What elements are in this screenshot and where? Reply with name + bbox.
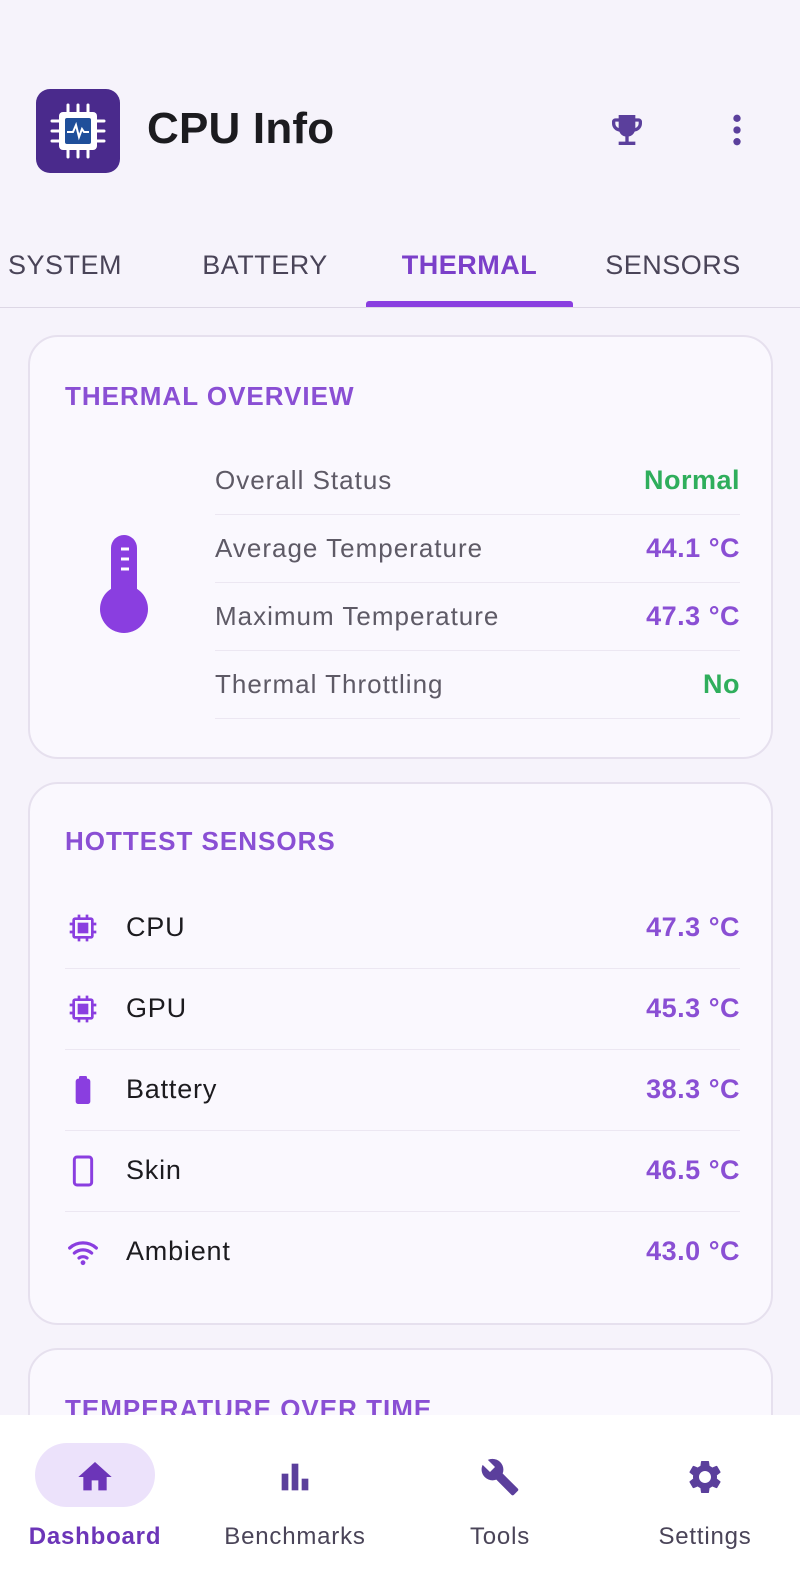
sensor-value: 46.5 °C [646,1155,740,1185]
tab-bar: SYSTEM BATTERY THERMAL SENSORS [0,222,800,308]
sensor-value: 43.0 °C [646,1236,740,1266]
tab-indicator [366,301,573,307]
home-icon [75,1457,115,1497]
tab-thermal[interactable]: THERMAL [366,222,573,308]
sensor-name: Ambient [126,1236,231,1266]
sensor-row-battery: Battery 38.3 °C [65,1050,740,1131]
phone-icon [65,1153,101,1189]
nav-tools[interactable]: Tools [405,1443,595,1563]
wifi-icon [65,1234,101,1270]
hottest-sensors-card: HOTTEST SENSORS CPU 47.3 °C GPU 45.3 °C … [28,782,773,1325]
nav-settings[interactable]: Settings [610,1443,800,1563]
bottom-navigation: Dashboard Benchmarks Tools Settings [0,1415,800,1589]
chip-icon [65,910,101,946]
status-value: Normal [643,465,740,495]
wrench-icon [480,1457,520,1497]
nav-label: Tools [469,1523,531,1550]
card-title: HOTTEST SENSORS [65,826,336,856]
nav-benchmarks[interactable]: Benchmarks [200,1443,390,1563]
row-label: Overall Status [215,465,393,495]
more-vert-icon [733,114,741,146]
more-options-button[interactable] [715,108,759,152]
chip-icon [65,991,101,1027]
row-label: Maximum Temperature [215,601,500,631]
row-label: Thermal Throttling [215,669,444,699]
nav-label: Benchmarks [224,1523,366,1550]
sensor-row-cpu: CPU 47.3 °C [65,888,740,969]
cpu-chip-logo-icon [36,89,120,173]
throttling-value: No [703,669,740,699]
sensor-value: 38.3 °C [646,1074,740,1104]
temperature-value: 47.3 °C [646,601,740,631]
sensor-row-ambient: Ambient 43.0 °C [65,1212,740,1293]
thermal-throttling-row: Thermal Throttling No [215,651,740,719]
average-temperature-row: Average Temperature 44.1 °C [215,515,740,583]
thermometer-icon [97,535,151,640]
temperature-value: 44.1 °C [646,533,740,563]
bar-chart-icon [275,1457,315,1497]
sensor-name: Skin [126,1155,182,1185]
overall-status-row: Overall Status Normal [215,447,740,515]
sensor-name: CPU [126,912,186,942]
sensor-value: 45.3 °C [646,993,740,1023]
tab-sensors[interactable]: SENSORS [573,222,773,308]
nav-label: Dashboard [28,1523,162,1550]
sensor-name: GPU [126,993,187,1023]
app-title: CPU Info [147,104,335,153]
tab-battery[interactable]: BATTERY [165,222,365,308]
app-header: CPU Info [0,0,800,210]
nav-label: Settings [658,1523,752,1550]
sensor-row-skin: Skin 46.5 °C [65,1131,740,1212]
sensor-row-gpu: GPU 45.3 °C [65,969,740,1050]
gear-icon [685,1457,725,1497]
sensor-value: 47.3 °C [646,912,740,942]
sensor-name: Battery [126,1074,218,1104]
maximum-temperature-row: Maximum Temperature 47.3 °C [215,583,740,651]
trophy-icon [612,115,642,145]
battery-icon [65,1072,101,1108]
nav-dashboard[interactable]: Dashboard [0,1443,190,1563]
row-label: Average Temperature [215,533,484,563]
trophy-button[interactable] [605,108,649,152]
tab-system[interactable]: SYSTEM [0,222,130,308]
card-title: THERMAL OVERVIEW [65,381,355,411]
thermal-overview-card: THERMAL OVERVIEW Overall Status Normal A… [28,335,773,759]
